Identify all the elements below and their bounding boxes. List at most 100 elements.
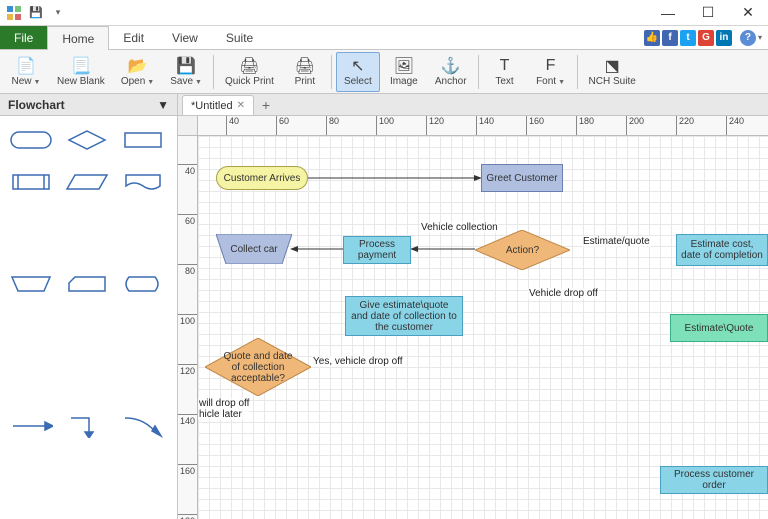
document-tab-strip: *Untitled ✕ + <box>178 94 768 116</box>
ruler-tick: 140 <box>476 116 494 135</box>
shape-decision[interactable] <box>64 126 110 154</box>
node-collect-car[interactable]: Collect car <box>216 234 292 264</box>
googleplus-icon[interactable]: G <box>698 30 714 46</box>
newblank-icon: 📃 <box>71 56 91 76</box>
ruler-tick: 120 <box>426 116 444 135</box>
canvas-area: *Untitled ✕ + 40608010012014016018020022… <box>178 94 768 519</box>
canvas-viewport[interactable]: 406080100120140160180200220240 406080100… <box>178 116 768 519</box>
ribbon-separator <box>213 55 214 89</box>
node-customer-arrives[interactable]: Customer Arrives <box>216 166 308 190</box>
shape-manual-op[interactable] <box>8 270 54 298</box>
ruler-vertical: 406080100120140160180 <box>178 136 198 519</box>
ruler-tick: 240 <box>726 116 744 135</box>
ribbon-newblank-button[interactable]: 📃New Blank <box>50 52 112 92</box>
edge-label-yes-dropoff: Yes, vehicle drop off <box>312 356 404 367</box>
node-process-payment[interactable]: Process payment <box>343 236 411 264</box>
ruler-tick: 80 <box>326 116 339 135</box>
ruler-tick: 180 <box>178 514 197 519</box>
shape-palette <box>0 116 177 519</box>
ribbon-font-button[interactable]: FFont▼ <box>529 52 573 92</box>
nchsuite-label: NCH Suite <box>589 76 636 87</box>
document-tab[interactable]: *Untitled ✕ <box>182 95 254 115</box>
tab-view[interactable]: View <box>158 26 212 49</box>
save-label: Save▼ <box>170 76 202 87</box>
help-icon[interactable]: ? <box>740 30 756 46</box>
shape-panel-collapse-icon[interactable]: ▼ <box>157 98 169 112</box>
ribbon-image-button[interactable]: 🖼Image <box>382 52 426 92</box>
ruler-tick: 100 <box>178 314 197 326</box>
ruler-tick: 40 <box>226 116 239 135</box>
edge-label-estimate-quote: Estimate/quote <box>582 236 651 247</box>
open-icon: 📂 <box>128 56 148 76</box>
tab-suite[interactable]: Suite <box>212 26 267 49</box>
shape-arrow-straight[interactable] <box>8 412 54 440</box>
ribbon-separator <box>577 55 578 89</box>
ribbon-anchor-button[interactable]: ⚓Anchor <box>428 52 474 92</box>
select-icon: ↖ <box>351 56 364 76</box>
menu-bar: File Home Edit View Suite 👍 f t G in ? ▾ <box>0 26 768 50</box>
shape-process[interactable] <box>120 126 166 154</box>
ruler-tick: 160 <box>526 116 544 135</box>
qat-app-icon[interactable] <box>4 3 24 23</box>
new-label: New▼ <box>12 76 41 87</box>
twitter-icon[interactable]: t <box>680 30 696 46</box>
ruler-tick: 160 <box>178 464 197 476</box>
text-icon: T <box>500 56 510 76</box>
window-minimize-button[interactable]: — <box>648 0 688 26</box>
node-estimate-quote[interactable]: Estimate\Quote <box>670 314 768 342</box>
tab-edit[interactable]: Edit <box>109 26 158 49</box>
document-add-tab-button[interactable]: + <box>256 95 276 115</box>
drawing-canvas[interactable]: Customer Arrives Greet Customer Collect … <box>198 136 768 519</box>
qat-more-icon[interactable]: ▾ <box>48 3 68 23</box>
shape-data[interactable] <box>64 168 110 196</box>
open-label: Open▼ <box>121 76 154 87</box>
shape-predefined[interactable] <box>8 168 54 196</box>
ribbon-open-button[interactable]: 📂Open▼ <box>114 52 161 92</box>
help-dropdown-icon[interactable]: ▾ <box>758 33 762 42</box>
node-greet-customer[interactable]: Greet Customer <box>481 164 563 192</box>
shape-document[interactable] <box>120 168 166 196</box>
ribbon-select-button[interactable]: ↖Select <box>336 52 380 92</box>
linkedin-icon[interactable]: in <box>716 30 732 46</box>
image-label: Image <box>390 76 418 87</box>
node-quote-acceptable[interactable]: Quote and date of collection acceptable? <box>205 338 311 396</box>
node-process-order[interactable]: Process customer order <box>660 466 768 494</box>
facebook-icon[interactable]: f <box>662 30 678 46</box>
anchor-icon: ⚓ <box>441 56 461 76</box>
node-estimate-cost[interactable]: Estimate cost, date of completion <box>676 234 768 266</box>
ribbon-print-button[interactable]: 🖨Print <box>283 52 327 92</box>
qat-save-icon[interactable]: 💾 <box>26 3 46 23</box>
shape-card[interactable] <box>64 270 110 298</box>
ruler-tick: 180 <box>576 116 594 135</box>
ruler-tick: 100 <box>376 116 394 135</box>
shape-arrow-elbow[interactable] <box>64 412 110 440</box>
ribbon-save-button[interactable]: 💾Save▼ <box>163 52 209 92</box>
thumb-icon[interactable]: 👍 <box>644 30 660 46</box>
edge-label-vehicle-dropoff: Vehicle drop off <box>528 288 599 299</box>
tab-home[interactable]: Home <box>47 26 109 50</box>
print-icon: 🖨 <box>295 56 315 76</box>
shape-arrow-curve[interactable] <box>120 412 166 440</box>
shape-terminator[interactable] <box>8 126 54 154</box>
shape-display[interactable] <box>120 270 166 298</box>
window-close-button[interactable]: ✕ <box>728 0 768 26</box>
ruler-tick: 140 <box>178 414 197 426</box>
ribbon-nchsuite-button[interactable]: ⬔NCH Suite <box>582 52 643 92</box>
ribbon-toolbar: 📄New▼📃New Blank📂Open▼💾Save▼🖨Quick Print🖨… <box>0 50 768 94</box>
shape-panel-title: Flowchart <box>8 98 65 112</box>
ruler-corner <box>178 116 198 136</box>
node-action[interactable]: Action? <box>475 230 570 270</box>
ribbon-quickprint-button[interactable]: 🖨Quick Print <box>218 52 281 92</box>
newblank-label: New Blank <box>57 76 105 87</box>
window-maximize-button[interactable]: ☐ <box>688 0 728 26</box>
ribbon-new-button[interactable]: 📄New▼ <box>4 52 48 92</box>
shape-panel-header[interactable]: Flowchart ▼ <box>0 94 177 116</box>
font-label: Font▼ <box>536 76 565 87</box>
ruler-tick: 60 <box>276 116 289 135</box>
title-bar: 💾 ▾ — ☐ ✕ <box>0 0 768 26</box>
document-tab-label: *Untitled <box>191 100 233 112</box>
node-give-estimate[interactable]: Give estimate\quote and date of collecti… <box>345 296 463 336</box>
document-tab-close-icon[interactable]: ✕ <box>237 100 245 111</box>
ribbon-text-button[interactable]: TText <box>483 52 527 92</box>
file-menu-button[interactable]: File <box>0 26 47 49</box>
